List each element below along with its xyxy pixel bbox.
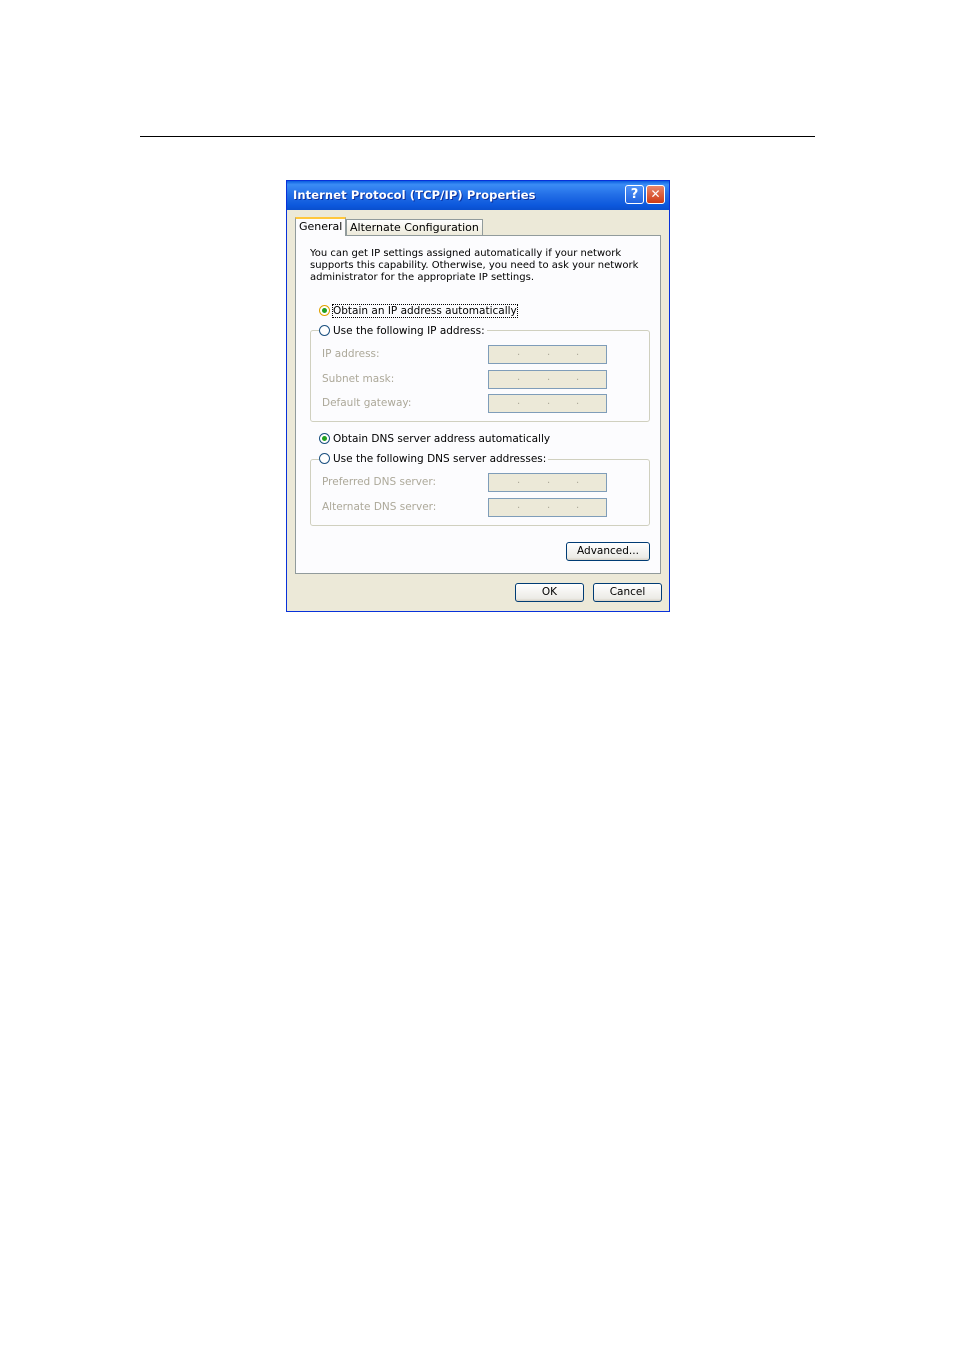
obtain-ip-auto-radio[interactable]: Obtain an IP address automatically [319, 304, 518, 318]
use-following-ip-radio[interactable]: Use the following IP address: [319, 325, 487, 337]
ip-octet-separator: . [547, 475, 551, 486]
alternate-dns-label: Alternate DNS server: [322, 501, 437, 513]
title-bar[interactable]: Internet Protocol (TCP/IP) Properties ? … [287, 181, 669, 210]
question-mark-icon: ? [630, 187, 639, 202]
ip-octet-separator: . [517, 500, 521, 511]
subnet-mask-label: Subnet mask: [322, 373, 395, 385]
close-button[interactable]: ✕ [646, 185, 665, 204]
tcpip-properties-dialog: Internet Protocol (TCP/IP) Properties ? … [286, 180, 670, 612]
general-tab-panel: You can get IP settings assigned automat… [295, 235, 661, 574]
ip-octet-separator: . [576, 347, 580, 358]
default-gateway-label: Default gateway: [322, 397, 412, 409]
ip-octet-separator: . [576, 396, 580, 407]
radio-unselected-icon [319, 453, 330, 464]
use-following-dns-radio[interactable]: Use the following DNS server addresses: [319, 453, 549, 465]
close-icon: ✕ [650, 187, 661, 201]
advanced-button[interactable]: Advanced... [566, 542, 650, 561]
page-header-rule [140, 136, 815, 137]
intro-text: You can get IP settings assigned automat… [310, 248, 639, 283]
use-following-dns-label: Use the following DNS server addresses: [333, 453, 547, 465]
ip-octet-separator: . [517, 475, 521, 486]
obtain-dns-auto-label: Obtain DNS server address automatically [333, 433, 551, 445]
ip-octet-separator: . [576, 372, 580, 383]
ip-octet-separator: . [517, 396, 521, 407]
preferred-dns-label: Preferred DNS server: [322, 476, 437, 488]
dialog-title: Internet Protocol (TCP/IP) Properties [293, 188, 536, 202]
ip-address-input[interactable]: . . . [488, 345, 607, 364]
ip-octet-separator: . [547, 372, 551, 383]
preferred-dns-input[interactable]: . . . [488, 473, 607, 492]
ok-button[interactable]: OK [515, 583, 584, 602]
ip-octet-separator: . [547, 500, 551, 511]
ip-octet-separator: . [517, 347, 521, 358]
radio-selected-icon [319, 305, 330, 316]
subnet-mask-input[interactable]: . . . [488, 370, 607, 389]
obtain-dns-auto-radio[interactable]: Obtain DNS server address automatically [319, 433, 550, 445]
ip-octet-separator: . [547, 347, 551, 358]
help-button[interactable]: ? [625, 185, 644, 204]
ip-octet-separator: . [576, 500, 580, 511]
use-following-ip-label: Use the following IP address: [333, 325, 485, 337]
tab-general[interactable]: General [295, 217, 347, 236]
default-gateway-input[interactable]: . . . [488, 394, 607, 413]
alternate-dns-input[interactable]: . . . [488, 498, 607, 517]
cancel-button[interactable]: Cancel [593, 583, 662, 602]
ip-address-label: IP address: [322, 348, 380, 360]
obtain-ip-auto-label: Obtain an IP address automatically [332, 304, 518, 318]
tab-alternate-configuration[interactable]: Alternate Configuration [346, 219, 483, 236]
ip-octet-separator: . [547, 396, 551, 407]
radio-selected-icon [319, 433, 330, 444]
radio-unselected-icon [319, 325, 330, 336]
ip-octet-separator: . [517, 372, 521, 383]
ip-octet-separator: . [576, 475, 580, 486]
